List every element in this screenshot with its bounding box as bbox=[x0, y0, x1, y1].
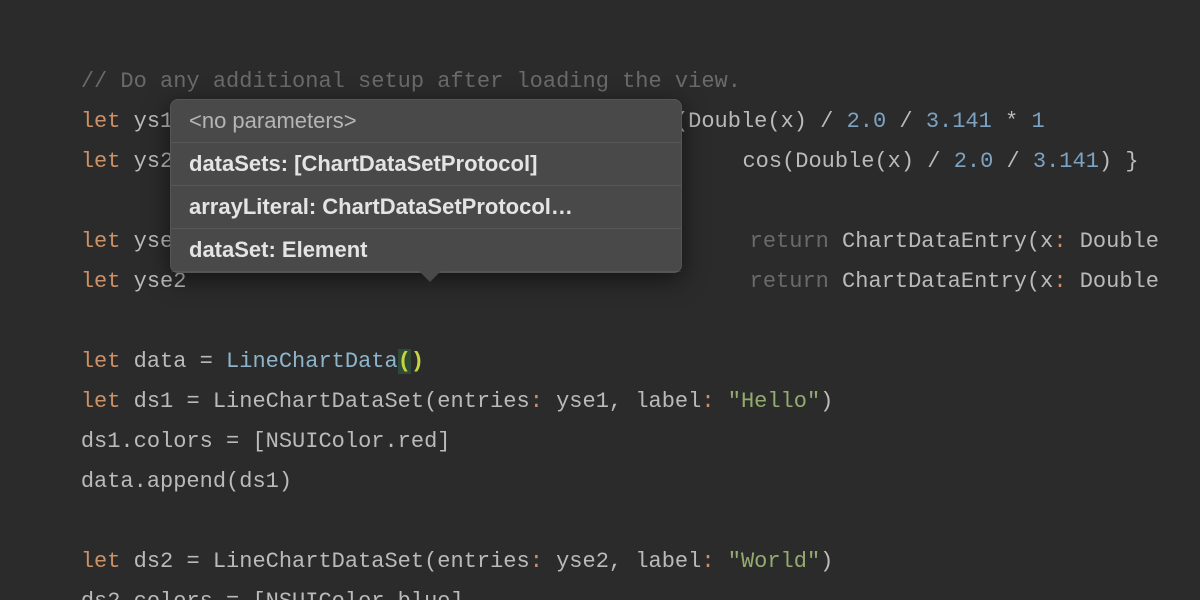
code-line[interactable]: ds1.colors = [NSUIColor.red] bbox=[28, 382, 1200, 422]
code-line[interactable]: let ys1 = Array(1..<10).map { x in retur… bbox=[28, 62, 1200, 102]
paren: ) bbox=[901, 149, 914, 174]
code-line[interactable]: let ds2 = LineChartDataSet(entries: yse2… bbox=[28, 502, 1200, 542]
operator: / bbox=[914, 149, 954, 174]
type: ChartDataEntry bbox=[829, 269, 1027, 294]
equals: = bbox=[226, 589, 252, 600]
bracket: [ bbox=[252, 589, 265, 600]
bracket: ] bbox=[451, 589, 464, 600]
colon: : bbox=[1053, 269, 1079, 294]
keyword-let: let bbox=[81, 269, 121, 294]
code-editor[interactable]: // Do any additional setup after loading… bbox=[0, 0, 1200, 582]
hint-item-dataset[interactable]: dataSet: Element bbox=[171, 229, 681, 272]
func: cos bbox=[742, 149, 782, 174]
keyword-let: let bbox=[81, 149, 121, 174]
identifier: NSUIColor.blue bbox=[266, 589, 451, 600]
hint-item-datasets[interactable]: dataSets: [ChartDataSetProtocol] bbox=[171, 143, 681, 186]
hint-item-no-parameters[interactable]: <no parameters> bbox=[171, 100, 681, 143]
code-line[interactable]: // Do any additional setup after loading… bbox=[28, 22, 1200, 62]
property: ds2.colors bbox=[81, 589, 226, 600]
paren: ( bbox=[1027, 269, 1040, 294]
code-line[interactable]: data.append(ds1) bbox=[28, 422, 1200, 462]
type: Double bbox=[1080, 269, 1159, 294]
code-line[interactable]: ds2.colors = [NSUIColor.blue] bbox=[28, 542, 1200, 582]
paren: ) bbox=[1099, 149, 1112, 174]
operator: / bbox=[993, 149, 1033, 174]
keyword-return: return bbox=[736, 269, 828, 294]
code-line[interactable]: let ds1 = LineChartDataSet(entries: yse1… bbox=[28, 342, 1200, 382]
paren: ( bbox=[782, 149, 795, 174]
paren: ( bbox=[874, 149, 887, 174]
parameter-hint-popup[interactable]: <no parameters> dataSets: [ChartDataSetP… bbox=[170, 99, 682, 273]
type: Double bbox=[795, 149, 874, 174]
hint-item-arrayliteral[interactable]: arrayLiteral: ChartDataSetProtocol… bbox=[171, 186, 681, 229]
number: 3.141 bbox=[1033, 149, 1099, 174]
brace: } bbox=[1112, 149, 1138, 174]
number: 2.0 bbox=[954, 149, 994, 174]
statement: data.append(ds1) bbox=[81, 469, 292, 494]
code-line[interactable]: let data = LineChartData() bbox=[28, 302, 1200, 342]
arg-label: x bbox=[1040, 269, 1053, 294]
identifier: x bbox=[888, 149, 901, 174]
popup-arrow-icon bbox=[419, 271, 441, 282]
